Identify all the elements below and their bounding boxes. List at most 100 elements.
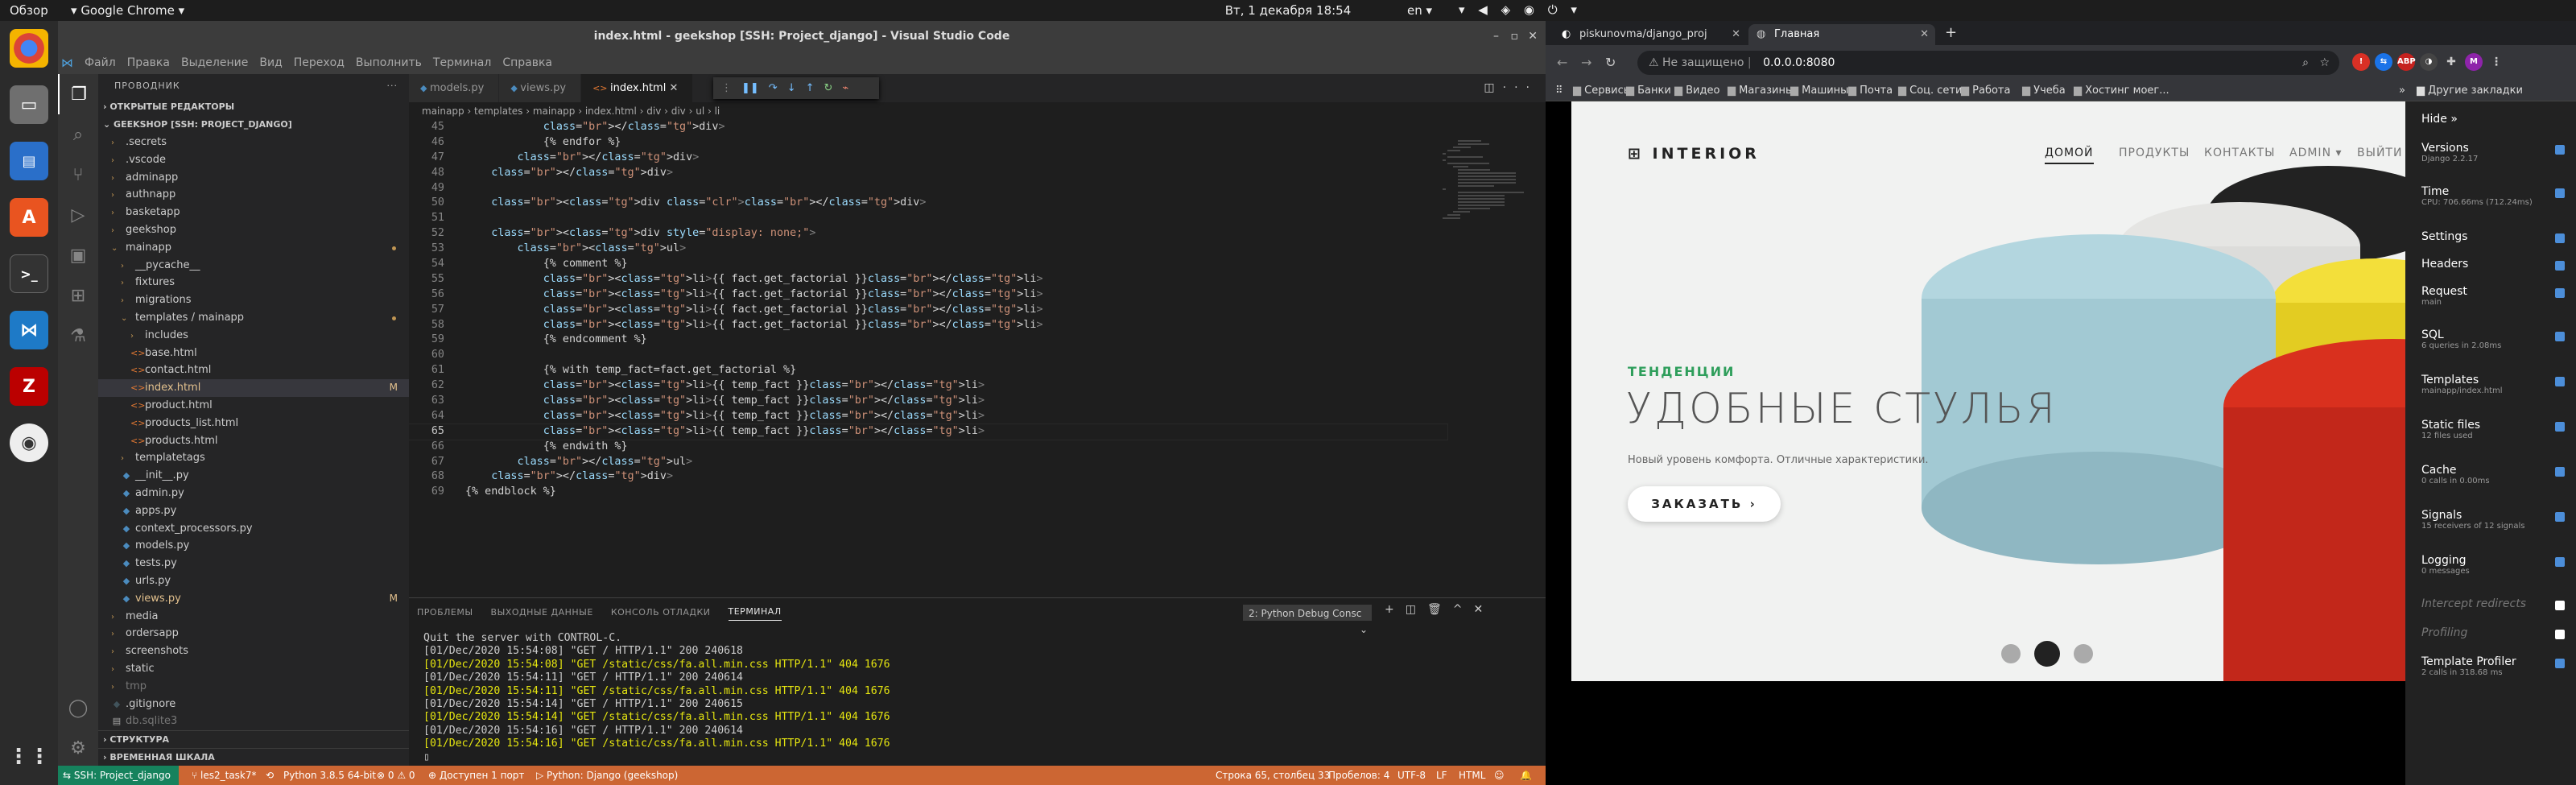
- tab-terminal[interactable]: ТЕРМИНАЛ: [728, 606, 782, 621]
- code-line[interactable]: 52 class="br"><class="tg">div style="dis…: [409, 226, 1447, 242]
- bookmark-folder[interactable]: ▆ Машины: [1790, 81, 1848, 101]
- tree-item[interactable]: ⌄ templates / mainapp: [98, 309, 409, 327]
- djdt-panel[interactable]: SQL 6 queries in 2.08ms: [2405, 328, 2576, 350]
- tree-item[interactable]: ◆ views.py M: [98, 590, 409, 608]
- djdt-panel[interactable]: Time CPU: 706.66ms (712.24ms): [2405, 185, 2576, 207]
- pause-icon[interactable]: ❚❚: [741, 82, 759, 94]
- close-panel-icon[interactable]: ✕: [1473, 603, 1494, 616]
- close-tab-icon[interactable]: ✕: [1732, 24, 1740, 45]
- tree-item[interactable]: › tmp: [98, 678, 409, 696]
- code-line[interactable]: 60: [409, 348, 1447, 363]
- split-terminal-icon[interactable]: ◫: [1406, 603, 1427, 616]
- app-menu[interactable]: ▾ Google Chrome ▾: [71, 3, 184, 18]
- tree-item[interactable]: › .secrets: [98, 134, 409, 151]
- bookmarks-more-icon[interactable]: »: [2399, 81, 2405, 101]
- tree-item[interactable]: › fixtures: [98, 274, 409, 291]
- code-line[interactable]: 49: [409, 181, 1447, 196]
- encoding[interactable]: UTF-8: [1397, 766, 1426, 785]
- code-line[interactable]: 59 {% endcomment %}: [409, 333, 1447, 348]
- editor-tab[interactable]: ◆ views.py: [499, 74, 582, 102]
- tree-item[interactable]: ◆ admin.py: [98, 485, 409, 502]
- vscode-icon[interactable]: ⋈: [10, 311, 48, 349]
- explorer-icon[interactable]: ❐: [58, 74, 98, 114]
- tree-item[interactable]: <>products.html: [98, 432, 409, 450]
- extension-3-icon[interactable]: ABP: [2397, 53, 2416, 71]
- minimize-icon[interactable]: –: [1493, 21, 1499, 52]
- tree-item[interactable]: › migrations: [98, 291, 409, 309]
- feedback-icon[interactable]: ☺: [1494, 766, 1505, 785]
- indentation[interactable]: Пробелов: 4: [1328, 766, 1389, 785]
- nav-logout[interactable]: ВЫЙТИ: [2357, 147, 2402, 159]
- workspace-root[interactable]: ⌄ GEEKSHOP [SSH: PROJECT_DJANGO]: [98, 116, 409, 134]
- filezilla-icon[interactable]: Z: [10, 367, 48, 406]
- tree-item[interactable]: › basketapp: [98, 204, 409, 221]
- editor-more-icon[interactable]: ···: [1503, 81, 1538, 94]
- debug-config[interactable]: ▷ Python: Django (geekshop): [536, 766, 678, 785]
- bell-icon[interactable]: 🔔: [1520, 766, 1532, 785]
- nav-products[interactable]: ПРОДУКТЫ: [2119, 147, 2190, 159]
- code-line[interactable]: 63 class="br"><class="tg">li>{{ temp_fac…: [409, 394, 1447, 409]
- terminal-select[interactable]: 2: Python Debug Consc ⌄: [1243, 605, 1372, 635]
- order-button[interactable]: ЗАКАЗАТЬ ›: [1628, 486, 1781, 522]
- settings-gear-icon[interactable]: ⚙: [58, 728, 98, 768]
- tree-item[interactable]: ◆ apps.py: [98, 502, 409, 520]
- djdt-toggle-checkbox[interactable]: [2555, 467, 2565, 477]
- show-apps-icon[interactable]: ⋮⋮: [8, 737, 50, 776]
- code-line[interactable]: 64 class="br"><class="tg">li>{{ temp_fac…: [409, 409, 1447, 424]
- djdt-toggle-checkbox[interactable]: [2555, 601, 2565, 610]
- step-out-icon[interactable]: ↑: [806, 82, 815, 94]
- djdt-panel[interactable]: Static files 12 files used: [2405, 419, 2576, 440]
- djdt-hide-button[interactable]: Hide »: [2405, 113, 2576, 126]
- code-line[interactable]: 57 class="br"><class="tg">li>{{ fact.get…: [409, 303, 1447, 318]
- close-icon[interactable]: ✕: [1528, 21, 1538, 52]
- python-interpreter[interactable]: Python 3.8.5 64-bit: [283, 766, 376, 785]
- code-line[interactable]: 65 class="br"><class="tg">li>{{ temp_fac…: [409, 423, 1448, 440]
- other-bookmarks[interactable]: ▆ Другие закладки: [2417, 81, 2523, 101]
- tree-item[interactable]: › screenshots: [98, 642, 409, 660]
- code-line[interactable]: 46 {% endfor %}: [409, 135, 1447, 151]
- search-icon[interactable]: ⌕: [58, 114, 98, 155]
- keyboard-layout[interactable]: en ▾: [1407, 3, 1432, 18]
- activities-button[interactable]: Обзор: [10, 3, 48, 18]
- djdt-panel[interactable]: Cache 0 calls in 0.00ms: [2405, 464, 2576, 485]
- terminal-icon[interactable]: >_: [10, 254, 48, 293]
- tab-output[interactable]: ВЫХОДНЫЕ ДАННЫЕ: [491, 607, 593, 618]
- djdt-toggle-checkbox[interactable]: [2555, 512, 2565, 522]
- extension-1-icon[interactable]: !: [2352, 53, 2370, 71]
- open-editors-section[interactable]: › ОТКРЫТЫЕ РЕДАКТОРЫ: [98, 98, 409, 116]
- code-line[interactable]: 62 class="br"><class="tg">li>{{ temp_fac…: [409, 378, 1447, 394]
- tab-problems[interactable]: ПРОБЛЕМЫ: [417, 607, 473, 618]
- code-line[interactable]: 56 class="br"><class="tg">li>{{ fact.get…: [409, 287, 1447, 303]
- djdt-toggle-checkbox[interactable]: [2555, 233, 2565, 243]
- chrome-menu-icon[interactable]: ⋮: [2487, 53, 2505, 71]
- code-line[interactable]: 67 class="br"></class="tg">ul>: [409, 455, 1447, 470]
- code-line[interactable]: 61 {% with temp_fact=fact.get_factorial …: [409, 363, 1447, 378]
- tab-github[interactable]: ◐ piskunovma/django_proj ✕: [1554, 24, 1747, 45]
- djdt-panel[interactable]: Intercept redirects: [2405, 597, 2576, 610]
- testing-icon[interactable]: ⚗: [58, 316, 98, 356]
- tree-item[interactable]: › adminapp: [98, 169, 409, 187]
- step-into-icon[interactable]: ↓: [787, 82, 796, 94]
- code-line[interactable]: 66 {% endwith %}: [409, 440, 1447, 455]
- menu-help[interactable]: Справка: [502, 56, 552, 69]
- menu-edit[interactable]: Правка: [127, 56, 170, 69]
- tree-item[interactable]: › static: [98, 660, 409, 678]
- git-branch[interactable]: ⑂ les2_task7*: [192, 766, 257, 785]
- problems-count[interactable]: ⊗ 0 ⚠ 0: [377, 766, 415, 785]
- remote-indicator[interactable]: ⇆ SSH: Project_django: [58, 766, 179, 785]
- writer-icon[interactable]: ▤: [10, 142, 48, 180]
- run-debug-icon[interactable]: ▷: [58, 195, 98, 235]
- djdt-toggle-checkbox[interactable]: [2555, 288, 2565, 298]
- djdt-panel[interactable]: Request main: [2405, 285, 2576, 307]
- djdt-toggle-checkbox[interactable]: [2555, 557, 2565, 567]
- tree-item[interactable]: <>product.html: [98, 397, 409, 415]
- tree-item[interactable]: <>index.html M: [98, 379, 409, 397]
- tree-item[interactable]: ◆ urls.py: [98, 572, 409, 590]
- close-tab-icon[interactable]: ✕: [1920, 24, 1929, 45]
- tree-item[interactable]: › __pycache__: [98, 257, 409, 275]
- address-bar[interactable]: ⚠ Не защищено | 0.0.0.0:8080 ⌕ ☆: [1637, 51, 2339, 75]
- nav-contacts[interactable]: КОНТАКТЫ: [2204, 147, 2275, 159]
- more-actions-icon[interactable]: ···: [387, 74, 398, 98]
- bookmark-folder[interactable]: ▆ Почта: [1848, 81, 1893, 101]
- code-line[interactable]: 69 {% endblock %}: [409, 485, 1447, 500]
